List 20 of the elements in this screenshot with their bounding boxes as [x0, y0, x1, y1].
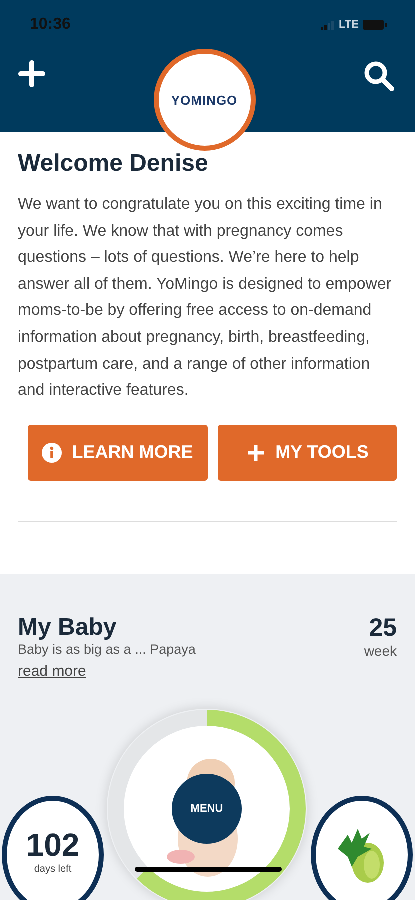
signal-icon — [321, 20, 336, 30]
baby-size-text: Baby is as big as a ... Papaya — [18, 642, 196, 657]
add-icon[interactable] — [18, 60, 46, 88]
welcome-text: We want to congratulate you on this exciting time in your life. We know that with pregnancy comes questions – lots of questions. We’re here to help answer all of them. YoMingo is designed to empower moms-to-be by offering free access to on-demand information about pregnancy, birth, breastfeeding, postpartum care, and a range of other information and interactive features. — [18, 195, 393, 402]
week-number: 25 — [368, 614, 397, 643]
battery-icon — [363, 20, 387, 30]
my-baby-title: My Baby — [18, 614, 118, 642]
days-left-count: 102 — [26, 826, 80, 864]
plus-icon — [246, 442, 266, 463]
network-label: LTE — [339, 19, 359, 31]
read-more-link[interactable]: read more — [18, 662, 86, 680]
status-time: 10:36 — [30, 16, 71, 34]
welcome-title: Welcome Denise — [18, 150, 210, 178]
days-left-circle[interactable]: 102 days left — [2, 796, 104, 900]
logo-badge[interactable]: YOMINGO — [154, 49, 256, 151]
search-icon[interactable] — [363, 60, 395, 92]
baby-progress-circle[interactable]: MENU — [107, 708, 307, 900]
info-icon — [42, 442, 62, 463]
week-label: week — [364, 642, 397, 659]
days-left-label: days left — [34, 864, 72, 875]
